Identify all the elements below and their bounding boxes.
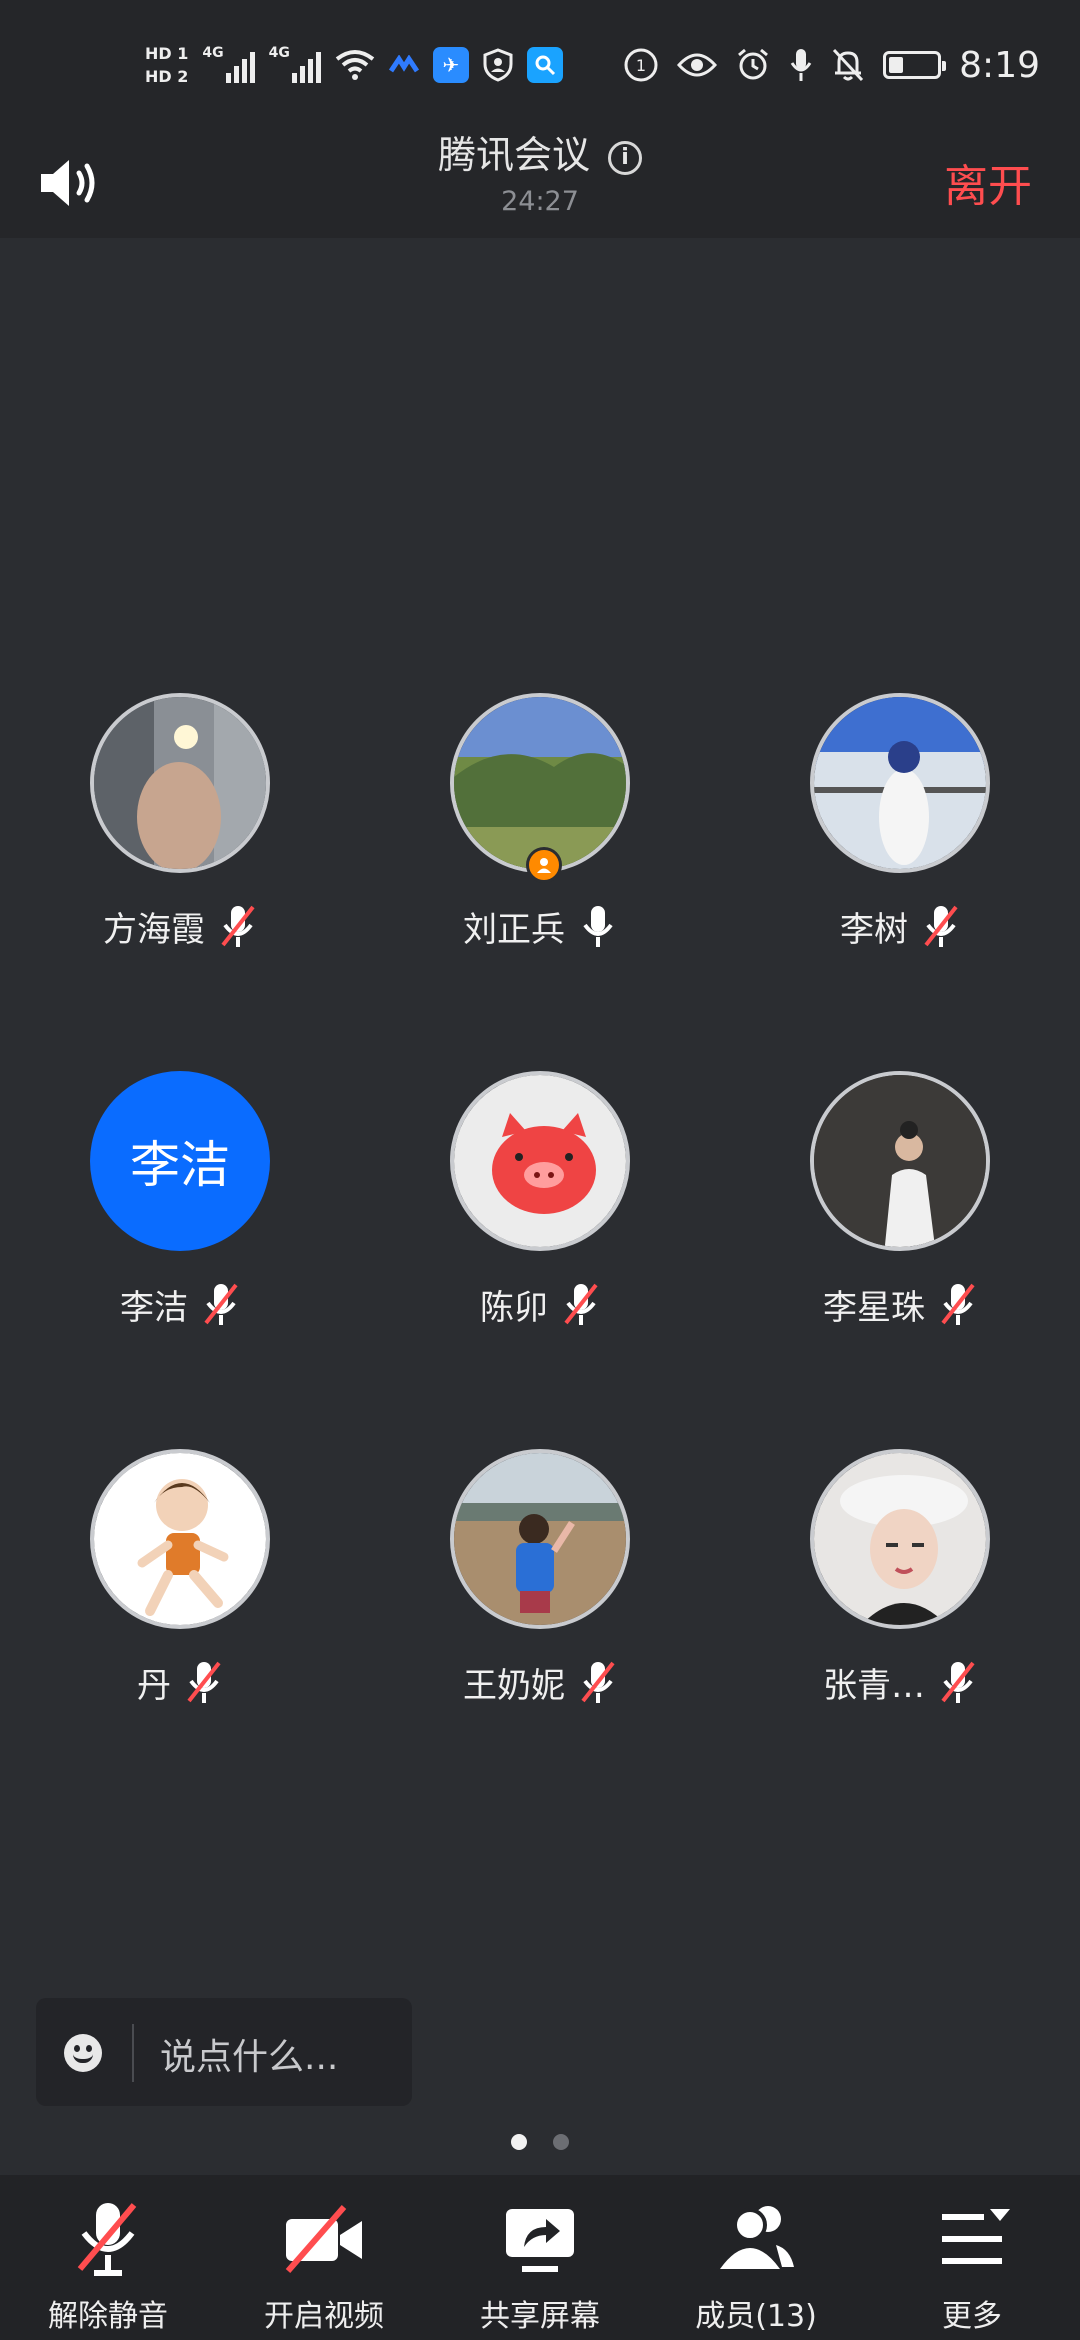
- signal-icon: 4G: [202, 45, 255, 83]
- share-screen-button[interactable]: 共享屏幕: [432, 2193, 648, 2334]
- camera-off-icon: [285, 2205, 362, 2273]
- members-button[interactable]: 成员(13): [648, 2193, 864, 2334]
- status-bar: HD 1 HD 2 4G 4G ✈ 1 8:19: [0, 0, 1080, 130]
- participant-tile[interactable]: 李星珠: [720, 1071, 1080, 1371]
- participant-name: 李树: [840, 909, 908, 950]
- share-screen-label: 共享屏幕: [480, 2299, 600, 2334]
- participant-tile[interactable]: 王奶妮: [360, 1449, 720, 1749]
- mic-muted-icon: [941, 1661, 975, 1703]
- page-dot[interactable]: [511, 2134, 527, 2150]
- mic-muted-icon: [564, 1283, 598, 1325]
- participant-name: 张青…: [823, 1665, 925, 1706]
- emoji-icon[interactable]: [64, 2034, 102, 2072]
- participant-name: 陈卯: [480, 1287, 548, 1328]
- search-app-icon: [526, 47, 563, 83]
- start-video-label: 开启视频: [264, 2299, 384, 2334]
- hd1-label: HD 1: [145, 44, 189, 63]
- microphone-status-icon: [790, 49, 812, 81]
- app-notification-icon: [388, 55, 419, 73]
- bell-off-icon: [833, 48, 864, 82]
- page-dot[interactable]: [553, 2134, 569, 2150]
- more-button[interactable]: 更多: [864, 2193, 1080, 2334]
- participant-name: 李星珠: [823, 1287, 925, 1328]
- wifi-icon: [335, 50, 375, 80]
- unmute-button[interactable]: 解除静音: [0, 2193, 216, 2334]
- avatar: [810, 693, 990, 873]
- participant-tile[interactable]: 张青…: [720, 1449, 1080, 1749]
- participant-name: 方海霞: [103, 909, 205, 950]
- members-icon: [720, 2206, 794, 2269]
- participant-tile[interactable]: 方海霞: [0, 693, 360, 993]
- avatar: [90, 1449, 270, 1629]
- participant-name: 丹: [137, 1665, 171, 1706]
- share-screen-icon: [506, 2209, 574, 2272]
- participant-name: 刘正兵: [463, 909, 565, 950]
- avatar: [450, 1071, 630, 1251]
- avatar: [90, 693, 270, 873]
- participant-tile[interactable]: 丹: [0, 1449, 360, 1749]
- network-type-label-2: 4G: [268, 45, 290, 61]
- info-icon[interactable]: i: [608, 141, 642, 175]
- participant-tile[interactable]: 刘正兵: [360, 693, 720, 993]
- participant-name: 李洁: [120, 1287, 188, 1328]
- participant-name: 王奶妮: [463, 1665, 565, 1706]
- alarm-icon: [738, 48, 769, 80]
- participant-tile[interactable]: 李洁 李洁: [0, 1071, 360, 1371]
- avatar: [810, 1449, 990, 1629]
- mic-muted-icon: [581, 1661, 615, 1703]
- shield-icon: [483, 48, 513, 82]
- participant-tile[interactable]: 陈卯: [360, 1071, 720, 1371]
- host-badge-icon: [526, 847, 562, 883]
- mic-muted-icon: [221, 905, 255, 947]
- leave-button[interactable]: 离开: [944, 150, 1032, 214]
- mic-muted-icon: [941, 1283, 975, 1325]
- chat-placeholder: 说点什么...: [160, 2037, 339, 2078]
- unmute-label: 解除静音: [48, 2299, 168, 2334]
- avatar: 李洁: [90, 1071, 270, 1251]
- participant-tile[interactable]: 李树: [720, 693, 1080, 993]
- page-indicator: [0, 2134, 1080, 2150]
- data-saver-icon: 1: [624, 48, 658, 82]
- more-label: 更多: [942, 2299, 1002, 2334]
- hd2-label: HD 2: [145, 67, 189, 86]
- mic-on-icon: [583, 906, 613, 947]
- mic-muted-icon: [187, 1661, 221, 1703]
- mic-muted-icon: [924, 905, 958, 947]
- chat-input[interactable]: 说点什么...: [36, 1998, 412, 2106]
- meeting-header: 腾讯会议 i 24:27 离开: [0, 130, 1080, 238]
- meeting-title: 腾讯会议 i: [0, 124, 1080, 179]
- avatar: [810, 1071, 990, 1251]
- divider: [132, 2024, 134, 2082]
- members-label: 成员(13): [695, 2299, 817, 2334]
- meeting-timer: 24:27: [501, 186, 579, 217]
- status-clock: 8:19: [959, 44, 1040, 86]
- hd-indicator: HD 1 HD 2: [145, 44, 188, 86]
- bottom-toolbar: 解除静音 开启视频 共享屏幕 成员(13) 更多: [0, 2175, 1080, 2340]
- mic-muted-icon: [77, 2203, 137, 2276]
- eye-icon: [677, 53, 718, 77]
- mic-muted-icon: [204, 1283, 238, 1325]
- meeting-title-text: 腾讯会议: [437, 133, 590, 177]
- network-type-label: 4G: [202, 45, 224, 61]
- svg-text:1: 1: [636, 56, 646, 75]
- avatar: [450, 693, 630, 873]
- avatar: [450, 1449, 630, 1629]
- messenger-app-icon: ✈: [432, 47, 469, 83]
- signal-icon-2: 4G: [268, 45, 321, 83]
- menu-icon: [942, 2209, 1010, 2264]
- battery-icon: [883, 51, 947, 79]
- start-video-button[interactable]: 开启视频: [216, 2193, 432, 2334]
